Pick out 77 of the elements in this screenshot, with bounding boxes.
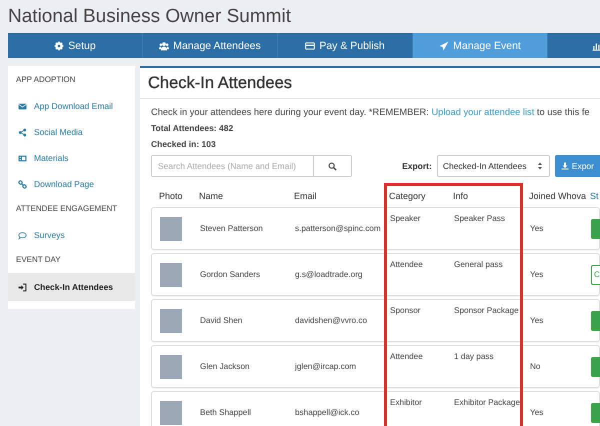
dropdown-arrows-icon bbox=[536, 162, 544, 170]
checked-in-text: Checked in: 103 bbox=[151, 139, 217, 149]
download-icon bbox=[560, 162, 569, 170]
film-icon bbox=[18, 154, 27, 162]
email-cell-text: bshappell@ick.co bbox=[295, 408, 360, 417]
instructions-text: Check in your attendees here during your event day. *REMEMBER: Upload your attendee list to use this fe bbox=[151, 107, 591, 117]
share-icon bbox=[18, 128, 27, 136]
category-cell-text: Exhibitor bbox=[390, 397, 423, 407]
avatar-placeholder bbox=[160, 262, 182, 286]
users-icon bbox=[159, 40, 170, 50]
category-cell-text: Attendee bbox=[390, 259, 424, 269]
search-button[interactable] bbox=[313, 156, 352, 176]
name-cell-text: Beth Shappell bbox=[200, 408, 252, 417]
name-cell-text: David Shen bbox=[200, 316, 244, 325]
column-header: St bbox=[590, 191, 600, 201]
avatar-placeholder bbox=[160, 354, 182, 378]
email-cell-text: s.patterson@spinc.com bbox=[295, 224, 382, 233]
sidebar-section-header: EVENT DAY bbox=[15, 254, 62, 266]
email-cell-text: jglen@ircap.com bbox=[295, 362, 358, 371]
info-cell-text: 1 day pass bbox=[454, 351, 495, 361]
joined-cell-text: Yes bbox=[530, 224, 544, 233]
avatar-placeholder bbox=[160, 400, 182, 424]
sidebar-section-header: APP ADOPTION bbox=[15, 74, 76, 86]
status-button[interactable] bbox=[591, 356, 600, 376]
status-button[interactable] bbox=[591, 402, 600, 422]
page-heading: Check-In Attendees bbox=[140, 68, 600, 99]
status-button[interactable] bbox=[591, 310, 600, 330]
status-button[interactable]: C bbox=[591, 264, 600, 284]
email-cell-text: davidshen@vvro.co bbox=[295, 316, 368, 325]
sidebar-item[interactable]: Check-In Attendees bbox=[8, 273, 135, 301]
avatar-placeholder bbox=[160, 216, 182, 240]
category-cell-text: Attendee bbox=[390, 351, 424, 361]
envelope-icon bbox=[18, 102, 27, 110]
joined-cell-text: No bbox=[530, 362, 542, 371]
paper-plane-icon bbox=[439, 40, 450, 50]
gear-icon bbox=[54, 40, 64, 50]
name-cell-text: Glen Jackson bbox=[200, 362, 251, 371]
search-icon bbox=[328, 162, 338, 170]
export-dropdown[interactable]: Checked-In Attendees bbox=[436, 155, 550, 177]
email-cell-text: g.s@loadtrade.org bbox=[295, 270, 364, 279]
column-header: Joined Whova bbox=[529, 191, 588, 201]
info-cell-text: Exhibitor Package bbox=[454, 397, 521, 407]
joined-cell-text: Yes bbox=[530, 270, 544, 279]
info-cell-text: General pass bbox=[454, 259, 504, 269]
sidebar-item[interactable]: Surveys bbox=[8, 222, 135, 248]
sidebar-item[interactable]: Materials bbox=[8, 145, 135, 171]
credit-card-icon bbox=[305, 40, 316, 50]
sidebar-item[interactable]: Download Page bbox=[8, 171, 135, 197]
bar-chart-icon bbox=[592, 40, 600, 50]
export-button[interactable]: Expor bbox=[554, 155, 600, 177]
sidebar-item[interactable]: App Download Email bbox=[8, 93, 135, 119]
speech-bubble-icon bbox=[18, 230, 27, 240]
info-cell-text: Sponsor Package bbox=[454, 305, 520, 315]
sidebar-section-header: ATTENDEE ENGAGEMENT bbox=[15, 203, 118, 215]
search-field[interactable]: Search Attendees (Name and Email) bbox=[151, 155, 352, 177]
joined-cell-text: Yes bbox=[530, 316, 544, 325]
joined-cell-text: Yes bbox=[530, 408, 544, 417]
category-cell-text: Sponsor bbox=[390, 305, 422, 315]
app-title: National Business Owner Summit bbox=[8, 6, 292, 28]
link-icon bbox=[18, 180, 27, 188]
name-cell-text: Steven Patterson bbox=[200, 224, 264, 233]
nav-tab[interactable]: Manage Event bbox=[413, 33, 548, 58]
info-cell-text: Speaker Pass bbox=[454, 213, 506, 223]
sign-in-icon bbox=[18, 282, 27, 292]
column-header: Info bbox=[453, 191, 470, 201]
column-header: Name bbox=[199, 191, 224, 201]
sidebar-item[interactable]: Social Media bbox=[8, 119, 135, 145]
status-button[interactable] bbox=[591, 218, 600, 238]
category-cell-text: Speaker bbox=[390, 213, 422, 223]
total-attendees-text: Total Attendees: 482 bbox=[151, 123, 234, 133]
column-header: Email bbox=[294, 191, 318, 201]
column-header: Photo bbox=[159, 191, 184, 201]
export-label: Export: bbox=[402, 161, 432, 171]
avatar-placeholder bbox=[160, 308, 182, 332]
name-cell-text: Gordon Sanders bbox=[200, 270, 262, 279]
upload-link[interactable]: Upload your attendee list bbox=[431, 107, 534, 117]
column-header: Category bbox=[389, 191, 427, 201]
